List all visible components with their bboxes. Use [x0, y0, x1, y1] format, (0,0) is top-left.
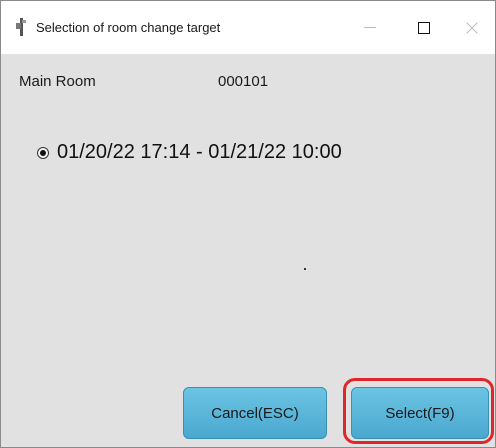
minimize-button[interactable]	[347, 1, 393, 54]
highlight-outline	[343, 378, 494, 444]
minimize-icon	[364, 26, 376, 28]
maximize-icon	[418, 21, 430, 34]
radio-option-label: 01/20/22 17:14 - 01/21/22 10:00	[57, 141, 342, 163]
radio-selected-dot	[40, 149, 46, 156]
app-icon	[16, 18, 26, 36]
main-room-value: 000101	[218, 73, 269, 90]
close-button[interactable]	[449, 1, 495, 54]
stray-dot	[304, 268, 306, 270]
window-title: Selection of room change target	[36, 20, 221, 35]
title-bar: Selection of room change target	[1, 1, 495, 54]
radio-option-stay-period[interactable]: 01/20/22 17:14 - 01/21/22 10:00	[37, 141, 342, 164]
radio-button[interactable]	[37, 146, 49, 159]
maximize-button[interactable]	[401, 1, 447, 54]
cancel-button[interactable]: Cancel(ESC)	[183, 387, 327, 439]
main-room-label: Main Room	[19, 73, 96, 90]
close-icon	[466, 21, 478, 34]
